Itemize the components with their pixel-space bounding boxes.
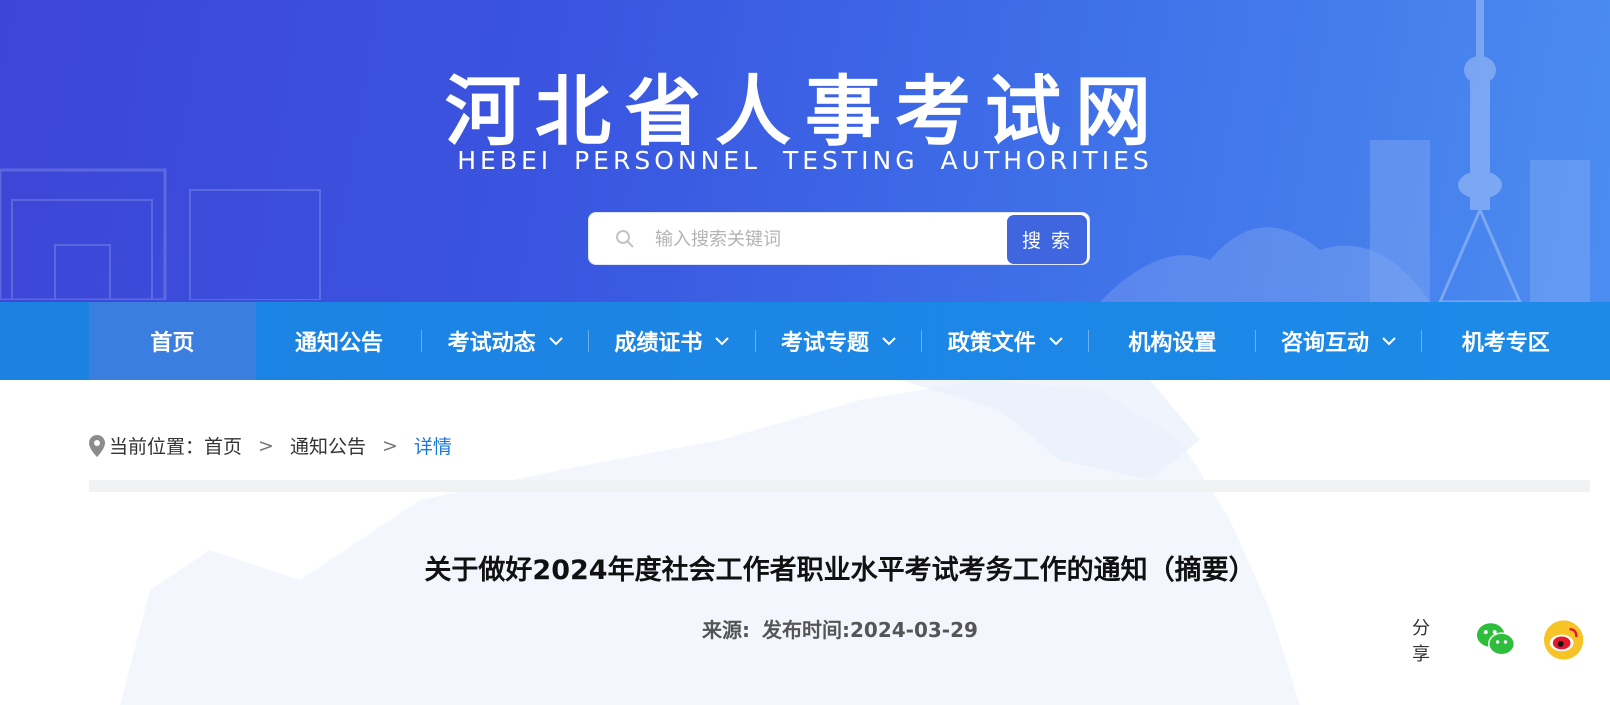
nav-item-label: 首页 [150, 331, 195, 356]
nav-item-label: 成绩证书 [614, 331, 703, 356]
nav-item-label: 政策文件 [947, 331, 1036, 356]
breadcrumb-separator: > [381, 434, 398, 457]
nav-item-4[interactable]: 考试专题 [756, 302, 923, 380]
nav-item-label: 机考专区 [1461, 331, 1550, 356]
location-pin-icon [89, 434, 105, 457]
chevron-down-icon [1382, 337, 1396, 346]
breadcrumb-prefix: 当前位置： [109, 436, 205, 458]
nav-item-0[interactable]: 首页 [89, 302, 256, 380]
article-title: 关于做好2024年度社会工作者职业水平考试考务工作的通知（摘要） [424, 555, 1256, 586]
nav-item-2[interactable]: 考试动态 [422, 302, 590, 380]
site-title: 河北省人事考试网 [445, 67, 1165, 156]
wechat-icon[interactable] [1475, 619, 1516, 661]
nav-item-6[interactable]: 机构设置 [1089, 302, 1256, 380]
nav-item-1[interactable]: 通知公告 [256, 302, 423, 380]
weibo-icon[interactable] [1543, 619, 1584, 661]
divider-bar [89, 480, 1590, 492]
breadcrumb-home-link[interactable]: 首页 [204, 432, 242, 459]
chevron-down-icon [548, 337, 563, 346]
search-input[interactable] [655, 221, 985, 257]
nav-item-5[interactable]: 政策文件 [922, 302, 1090, 380]
nav-item-label: 通知公告 [295, 331, 384, 356]
nav-item-label: 咨询互动 [1281, 331, 1370, 356]
nav-item-label: 考试动态 [447, 331, 536, 356]
nav-item-3[interactable]: 成绩证书 [589, 302, 756, 380]
breadcrumb: 当前位置： 首页 > 通知公告 > 详情 [89, 432, 452, 459]
museum-illustration-icon [0, 168, 321, 300]
map-watermark-icon [120, 380, 1300, 705]
article-source: 来源: [702, 618, 750, 642]
main-nav: 首页 通知公告 考试动态 成绩证书 考试专题 政策文件 机构设置 咨询互动 机考专区 [0, 302, 1610, 380]
nav-item-7[interactable]: 咨询互动 [1256, 302, 1423, 380]
article-meta: 来源: 发布时间:2024-03-29 [702, 614, 978, 643]
share-label: 分享 [1412, 618, 1430, 665]
nav-item-label: 考试专题 [781, 331, 870, 356]
chevron-down-icon [1048, 337, 1063, 346]
search-icon [616, 230, 634, 248]
chevron-down-icon [715, 337, 730, 346]
nav-item-8[interactable]: 机考专区 [1422, 302, 1589, 380]
nav-list: 首页 通知公告 考试动态 成绩证书 考试专题 政策文件 机构设置 咨询互动 机考专区 [89, 302, 1589, 380]
site-subtitle: HEBEI PERSONNEL TESTING AUTHORITIES [457, 146, 1153, 175]
breadcrumb-current: 详情 [413, 436, 452, 458]
content-background [0, 380, 1610, 705]
search-button[interactable]: 搜 索 [1007, 215, 1087, 264]
breadcrumb-separator: > [258, 434, 274, 457]
search-box: 搜 索 [588, 212, 1090, 265]
share-bar: 分享 [1412, 614, 1610, 666]
chevron-down-icon [882, 337, 896, 346]
article-date: 发布时间:2024-03-29 [762, 618, 978, 642]
header-banner: 河北省人事考试网 HEBEI PERSONNEL TESTING AUTHORI… [0, 0, 1610, 302]
nav-item-label: 机构设置 [1128, 331, 1217, 356]
breadcrumb-notice-link[interactable]: 通知公告 [290, 432, 366, 459]
